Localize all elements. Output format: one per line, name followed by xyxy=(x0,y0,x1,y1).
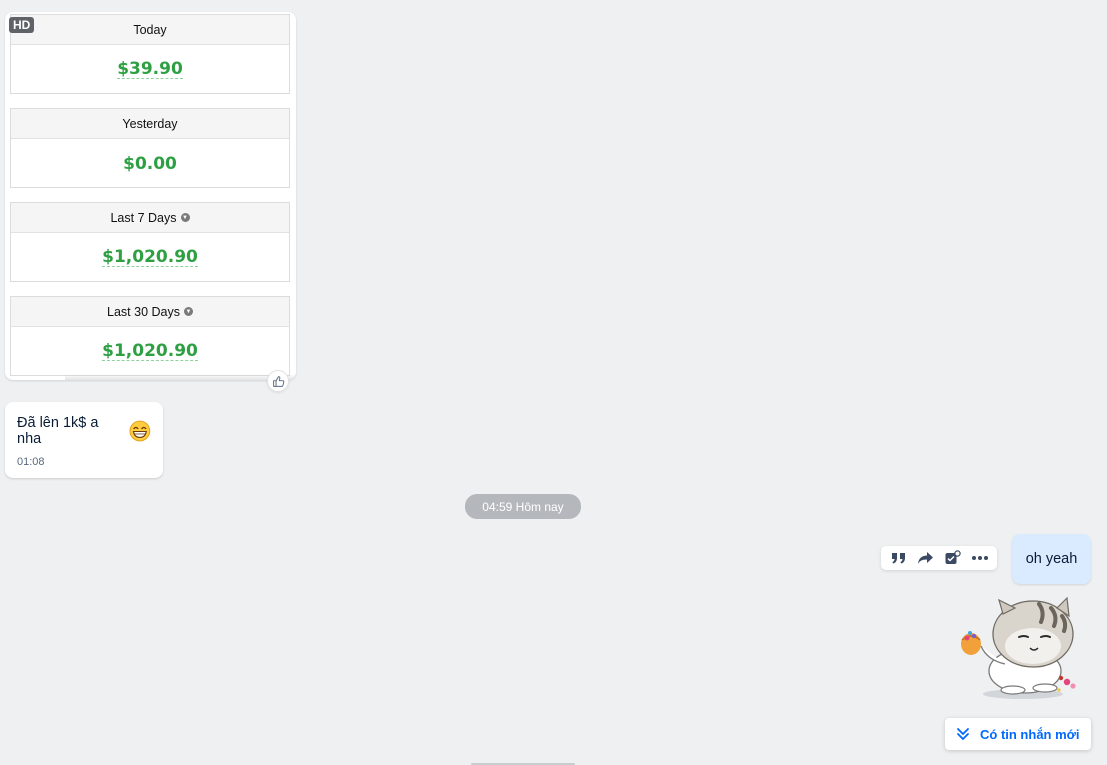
image-edge-shadow xyxy=(65,374,296,380)
new-messages-label: Có tin nhắn mới xyxy=(980,726,1080,742)
stat-label: Last 30 Days ▼ xyxy=(11,297,289,327)
stat-label: Last 7 Days ▼ xyxy=(11,203,289,233)
task-button[interactable] xyxy=(942,547,964,569)
forward-button[interactable] xyxy=(915,547,937,569)
sticker-message[interactable] xyxy=(955,596,1085,701)
stat-value: $0.00 xyxy=(123,153,177,174)
message-actions-toolbar xyxy=(881,546,997,570)
stat-card-last-30-days: Last 30 Days ▼ $1,020.90 xyxy=(10,296,290,376)
sent-message[interactable]: oh yeah xyxy=(1012,534,1091,584)
message-text: oh yeah xyxy=(1025,551,1078,567)
new-messages-button[interactable]: Có tin nhắn mới xyxy=(945,718,1091,750)
chevron-down-icon: ▼ xyxy=(183,307,193,316)
thumbs-up-icon xyxy=(272,375,284,387)
task-icon xyxy=(945,550,961,564)
double-chevron-down-icon xyxy=(957,728,969,740)
forward-icon xyxy=(918,552,933,564)
message-time: 01:08 xyxy=(17,456,45,468)
grinning-face-icon xyxy=(129,420,151,442)
cat-sticker-icon xyxy=(961,596,1076,699)
image-message[interactable]: HD Today $39.90 Yesterday $0.00 Last 7 D… xyxy=(5,12,296,380)
chevron-down-icon: ▼ xyxy=(180,213,190,222)
stat-value: $1,020.90 xyxy=(102,247,198,267)
reaction-button[interactable] xyxy=(267,370,289,392)
hd-badge: HD xyxy=(9,17,35,33)
quote-icon xyxy=(891,553,905,564)
time-divider: 04:59 Hôm nay xyxy=(465,494,581,519)
received-message[interactable]: Đã lên 1k$ a nha 01:08 xyxy=(5,402,163,478)
more-button[interactable] xyxy=(969,547,991,569)
more-icon xyxy=(971,556,988,560)
stat-value: $39.90 xyxy=(117,59,183,79)
stat-value: $1,020.90 xyxy=(102,341,198,361)
quote-button[interactable] xyxy=(888,547,910,569)
stat-label: Yesterday xyxy=(11,109,289,139)
stat-card-yesterday: Yesterday $0.00 xyxy=(10,108,290,188)
stat-card-last-7-days: Last 7 Days ▼ $1,020.90 xyxy=(10,202,290,282)
stat-card-today: Today $39.90 xyxy=(10,14,290,94)
stat-label: Today xyxy=(11,15,289,45)
message-text: Đã lên 1k$ a nha xyxy=(17,415,99,447)
